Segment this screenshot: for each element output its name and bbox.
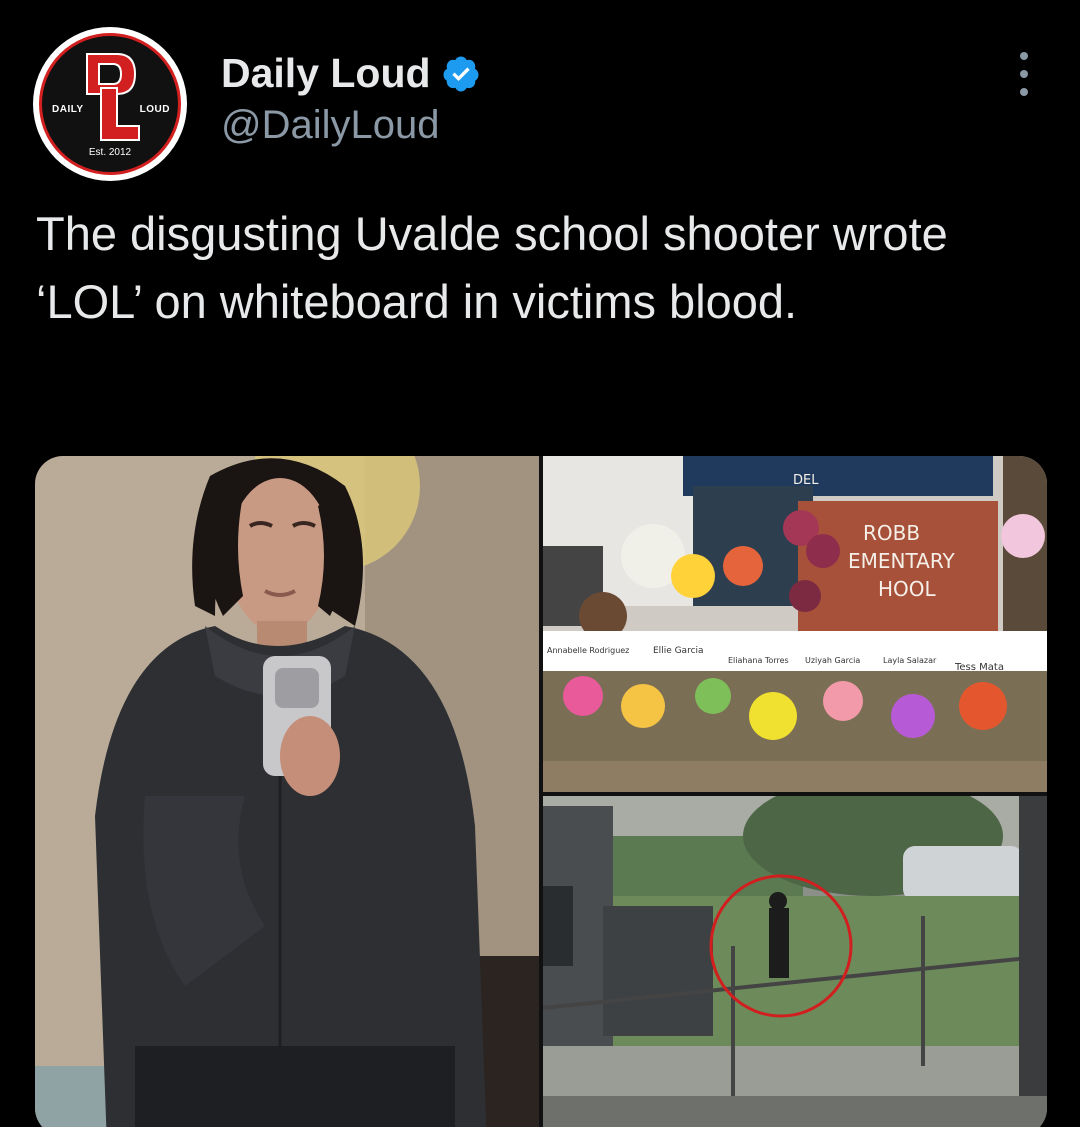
sign-line-3: HOOL bbox=[878, 577, 937, 601]
cross-name: Annabelle Rodriguez bbox=[547, 646, 629, 655]
dl-logo-icon bbox=[86, 53, 140, 141]
cross-name: Uziyah Garcia bbox=[805, 656, 860, 665]
tweet-text: The disgusting Uvalde school shooter wro… bbox=[36, 207, 948, 328]
tweet-media-grid[interactable]: ROBB EMENTARY HOOL DEL Annabelle Rodrigu… bbox=[35, 456, 1047, 1127]
logo-est-text: Est. 2012 bbox=[88, 147, 132, 158]
verified-badge-icon bbox=[443, 56, 479, 91]
author-display-name[interactable]: Daily Loud bbox=[221, 50, 481, 97]
cross-name: Layla Salazar bbox=[883, 656, 937, 665]
selfie-photo[interactable] bbox=[35, 456, 539, 1127]
daily-loud-logo: DAILY LOUD Est. 2012 bbox=[39, 33, 181, 175]
sign-line-1: ROBB bbox=[863, 521, 920, 545]
author-handle[interactable]: @DailyLoud bbox=[221, 103, 440, 148]
surveillance-photo[interactable] bbox=[543, 796, 1047, 1127]
more-dot bbox=[1020, 52, 1028, 60]
memorial-image: ROBB EMENTARY HOOL DEL Annabelle Rodrigu… bbox=[543, 456, 1047, 792]
banner-text: DEL bbox=[793, 473, 819, 488]
more-dot bbox=[1020, 70, 1028, 78]
cross-name: Ellie Garcia bbox=[653, 646, 704, 656]
cross-name: Eliahana Torres bbox=[728, 656, 789, 665]
selfie-image bbox=[35, 456, 539, 1127]
memorial-photo[interactable]: ROBB EMENTARY HOOL DEL Annabelle Rodrigu… bbox=[543, 456, 1047, 792]
surveillance-image bbox=[543, 796, 1047, 1127]
logo-left-text: DAILY bbox=[52, 104, 84, 115]
display-name-text: Daily Loud bbox=[221, 50, 431, 96]
more-dot bbox=[1020, 88, 1028, 96]
author-avatar[interactable]: DAILY LOUD Est. 2012 bbox=[33, 27, 187, 181]
more-options-icon[interactable] bbox=[1012, 52, 1036, 96]
logo-right-text: LOUD bbox=[139, 104, 170, 115]
sign-line-2: EMENTARY bbox=[848, 549, 955, 573]
